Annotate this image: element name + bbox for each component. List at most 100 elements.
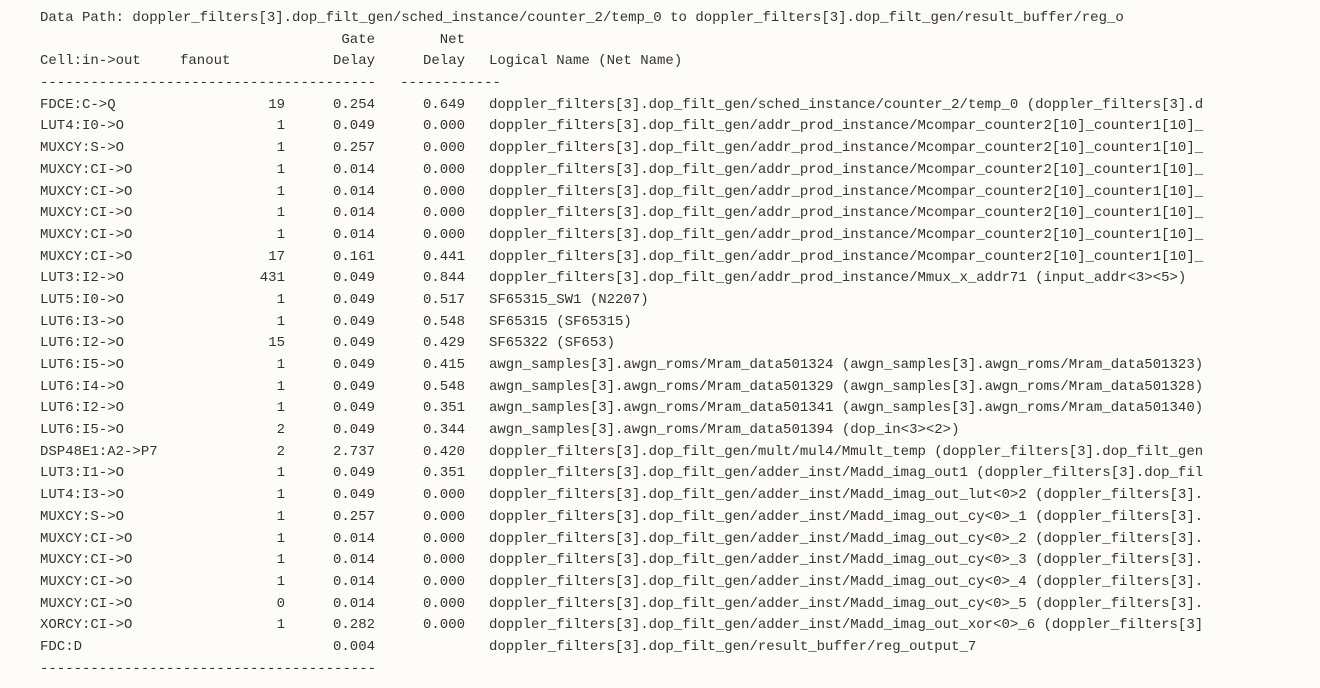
net-delay-value: 0.000 (375, 116, 465, 138)
gate-delay-value: 0.282 (285, 615, 375, 637)
cell-in-out: LUT4:I0->O (40, 116, 180, 138)
net-delay-value: 0.000 (375, 485, 465, 507)
logical-name: awgn_samples[3].awgn_roms/Mram_data50132… (465, 377, 1203, 399)
header-net: Net (375, 30, 465, 52)
table-row: LUT3:I2->O4310.0490.844doppler_filters[3… (40, 268, 1320, 290)
logical-name: doppler_filters[3].dop_filt_gen/addr_pro… (465, 138, 1203, 160)
table-row: MUXCY:S->O10.2570.000doppler_filters[3].… (40, 138, 1320, 160)
net-delay-value: 0.415 (375, 355, 465, 377)
fanout-value: 1 (180, 507, 285, 529)
cell-in-out: MUXCY:CI->O (40, 572, 180, 594)
header-cell: Cell:in->out (40, 51, 180, 73)
gate-delay-value: 2.737 (285, 442, 375, 464)
net-delay-value: 0.548 (375, 377, 465, 399)
gate-delay-value: 0.049 (285, 268, 375, 290)
table-row: LUT3:I1->O10.0490.351doppler_filters[3].… (40, 463, 1320, 485)
table-row: LUT6:I4->O10.0490.548awgn_samples[3].awg… (40, 377, 1320, 399)
fanout-value: 1 (180, 182, 285, 204)
gate-delay-value: 0.014 (285, 203, 375, 225)
cell-in-out: FDCE:C->Q (40, 95, 180, 117)
logical-name: doppler_filters[3].dop_filt_gen/adder_in… (465, 485, 1203, 507)
table-row: LUT6:I5->O10.0490.415awgn_samples[3].awg… (40, 355, 1320, 377)
title-line: Data Path: doppler_filters[3].dop_filt_g… (40, 8, 1320, 30)
net-delay-value: 0.351 (375, 463, 465, 485)
gate-delay-value: 0.257 (285, 507, 375, 529)
gate-delay-value: 0.049 (285, 377, 375, 399)
logical-name: awgn_samples[3].awgn_roms/Mram_data50134… (465, 398, 1203, 420)
fanout-value: 1 (180, 398, 285, 420)
table-row: FDC:D0.004doppler_filters[3].dop_filt_ge… (40, 637, 1320, 659)
fanout-value: 1 (180, 550, 285, 572)
gate-delay-value: 0.014 (285, 572, 375, 594)
gate-delay-value: 0.014 (285, 182, 375, 204)
net-delay-value: 0.000 (375, 550, 465, 572)
table-row: MUXCY:CI->O10.0140.000doppler_filters[3]… (40, 225, 1320, 247)
cell-in-out: MUXCY:S->O (40, 507, 180, 529)
net-delay-value: 0.000 (375, 572, 465, 594)
logical-name: doppler_filters[3].dop_filt_gen/addr_pro… (465, 268, 1186, 290)
cell-in-out: MUXCY:S->O (40, 138, 180, 160)
divider-top: ----------------------------------------… (40, 73, 1320, 95)
cell-in-out: LUT6:I2->O (40, 398, 180, 420)
fanout-value: 431 (180, 268, 285, 290)
net-delay-value: 0.548 (375, 312, 465, 334)
cell-in-out: LUT6:I4->O (40, 377, 180, 399)
fanout-value: 1 (180, 463, 285, 485)
fanout-value: 1 (180, 615, 285, 637)
header-delay-2: Delay (375, 51, 465, 73)
gate-delay-value: 0.014 (285, 594, 375, 616)
cell-in-out: LUT6:I5->O (40, 420, 180, 442)
cell-in-out: MUXCY:CI->O (40, 160, 180, 182)
gate-delay-value: 0.049 (285, 116, 375, 138)
cell-in-out: MUXCY:CI->O (40, 203, 180, 225)
divider-bottom: ---------------------------------------- (40, 659, 1320, 681)
fanout-value: 1 (180, 290, 285, 312)
net-delay-value: 0.000 (375, 615, 465, 637)
cell-in-out: MUXCY:CI->O (40, 594, 180, 616)
gate-delay-value: 0.049 (285, 485, 375, 507)
logical-name: doppler_filters[3].dop_filt_gen/adder_in… (465, 463, 1203, 485)
logical-name: SF65322 (SF653) (465, 333, 615, 355)
header-fanout: fanout (180, 51, 285, 73)
fanout-value: 1 (180, 160, 285, 182)
fanout-value: 15 (180, 333, 285, 355)
net-delay-value: 0.649 (375, 95, 465, 117)
logical-name: doppler_filters[3].dop_filt_gen/mult/mul… (465, 442, 1203, 464)
gate-delay-value: 0.049 (285, 290, 375, 312)
table-row: LUT6:I2->O10.0490.351awgn_samples[3].awg… (40, 398, 1320, 420)
gate-delay-value: 0.049 (285, 398, 375, 420)
table-row: MUXCY:CI->O10.0140.000doppler_filters[3]… (40, 160, 1320, 182)
table-row: MUXCY:S->O10.2570.000doppler_filters[3].… (40, 507, 1320, 529)
gate-delay-value: 0.161 (285, 247, 375, 269)
net-delay-value: 0.441 (375, 247, 465, 269)
cell-in-out: LUT4:I3->O (40, 485, 180, 507)
gate-delay-value: 0.254 (285, 95, 375, 117)
table-row: LUT4:I0->O10.0490.000doppler_filters[3].… (40, 116, 1320, 138)
logical-name: doppler_filters[3].dop_filt_gen/adder_in… (465, 507, 1203, 529)
cell-in-out: LUT6:I5->O (40, 355, 180, 377)
cell-in-out: MUXCY:CI->O (40, 225, 180, 247)
table-row: MUXCY:CI->O170.1610.441doppler_filters[3… (40, 247, 1320, 269)
header-delay-1: Delay (285, 51, 375, 73)
net-delay-value: 0.351 (375, 398, 465, 420)
fanout-value: 2 (180, 442, 285, 464)
table-row: MUXCY:CI->O10.0140.000doppler_filters[3]… (40, 529, 1320, 551)
net-delay-value: 0.000 (375, 225, 465, 247)
net-delay-value: 0.000 (375, 594, 465, 616)
fanout-value: 1 (180, 138, 285, 160)
fanout-value: 1 (180, 377, 285, 399)
net-delay-value: 0.420 (375, 442, 465, 464)
net-delay-value: 0.000 (375, 203, 465, 225)
gate-delay-value: 0.014 (285, 225, 375, 247)
logical-name: doppler_filters[3].dop_filt_gen/adder_in… (465, 550, 1203, 572)
net-delay-value: 0.000 (375, 529, 465, 551)
gate-delay-value: 0.014 (285, 529, 375, 551)
logical-name: SF65315_SW1 (N2207) (465, 290, 649, 312)
net-delay-value: 0.344 (375, 420, 465, 442)
table-row: DSP48E1:A2->P722.7370.420doppler_filters… (40, 442, 1320, 464)
cell-in-out: MUXCY:CI->O (40, 182, 180, 204)
logical-name: doppler_filters[3].dop_filt_gen/sched_in… (465, 95, 1203, 117)
table-row: LUT5:I0->O10.0490.517SF65315_SW1 (N2207) (40, 290, 1320, 312)
header-name: Logical Name (Net Name) (465, 51, 682, 73)
table-row: MUXCY:CI->O10.0140.000doppler_filters[3]… (40, 572, 1320, 594)
